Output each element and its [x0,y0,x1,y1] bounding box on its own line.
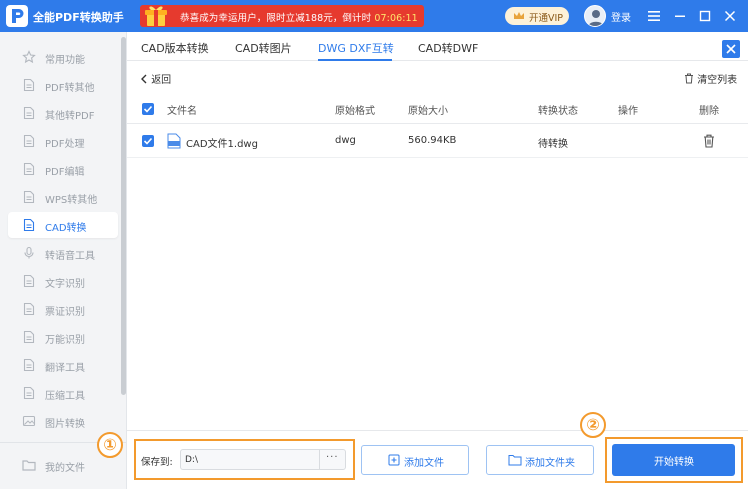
promo-banner[interactable]: 恭喜成为幸运用户，限时立减188元，倒计时 07:06:11 [140,5,424,27]
maximize-icon[interactable] [697,8,713,24]
sidebar: 常用功能 PDF转其他 其他转PDF PDF处理 PDF编辑 WPS转其他 CAD转换 转语音… [0,32,127,489]
cell-filename: CAD文件1.dwg [186,139,258,150]
chevron-left-icon [141,74,147,84]
annotation-box-2 [605,437,743,483]
add-file-icon [388,454,400,466]
cad-icon [23,218,35,232]
close-icon [726,44,736,54]
folder-icon [22,460,36,471]
header-format: 原始格式 [335,106,375,117]
to-pdf-icon [23,106,35,120]
minimize-icon[interactable] [672,8,688,24]
crown-icon [514,12,524,19]
ticket-icon [23,302,35,316]
sidebar-item-2[interactable]: PDF转其他 [8,72,118,98]
clear-list-button[interactable]: 清空列表 [684,71,737,86]
promo-text: 恭喜成为幸运用户，限时立减188元，倒计时 07:06:11 [180,13,418,24]
sidebar-item-14[interactable]: 图片转换 [8,408,118,434]
sidebar-item-13[interactable]: 压缩工具 [8,380,118,406]
cell-format: dwg [335,135,356,146]
dwg-file-icon [167,133,181,149]
header-size: 原始大小 [408,106,448,117]
pdf-edit-icon [23,162,35,176]
sidebar-item-5[interactable]: PDF编辑 [8,156,118,182]
wps-icon [23,190,35,204]
image-icon [22,415,36,427]
annotation-number-1: ① [97,432,123,458]
sidebar-item-my-files[interactable]: 我的文件 [8,452,118,478]
header-filename: 文件名 [167,106,197,117]
active-tab-indicator [318,59,392,61]
sidebar-item-4[interactable]: PDF处理 [8,128,118,154]
close-window-icon[interactable] [722,8,738,24]
star-icon [22,50,36,64]
ocr-icon [23,274,35,288]
add-folder-icon [508,455,522,466]
header-action: 操作 [618,106,638,117]
voice-icon [24,246,34,259]
tab-cad-to-dwf[interactable]: CAD转DWF [418,40,478,56]
sidebar-item-12[interactable]: 翻译工具 [8,352,118,378]
sidebar-scrollbar[interactable] [121,37,126,395]
cell-size: 560.94KB [408,135,457,146]
annotation-number-2: ② [580,412,606,438]
avatar[interactable] [584,5,606,27]
sidebar-item-1[interactable]: 常用功能 [8,44,118,70]
add-folder-button[interactable]: 添加文件夹 [486,445,594,475]
select-all-checkbox[interactable] [142,103,154,115]
app-logo-icon [6,5,28,27]
header-delete: 删除 [699,106,719,117]
tab-cad-version[interactable]: CAD版本转换 [141,40,209,56]
sidebar-item-3[interactable]: 其他转PDF [8,100,118,126]
gift-icon [145,6,167,26]
back-button[interactable]: 返回 [140,71,171,86]
app-title: 全能PDF转换助手 [33,11,124,24]
sidebar-item-7[interactable]: CAD转换 [8,212,118,238]
sidebar-item-6[interactable]: WPS转其他 [8,184,118,210]
compress-icon [23,386,35,400]
vip-button[interactable]: 开通VIP [505,7,569,25]
promo-timer: 07:06:11 [374,13,418,24]
row-checkbox[interactable] [142,135,154,147]
close-panel-button[interactable] [722,40,740,58]
sidebar-item-9[interactable]: 文字识别 [8,268,118,294]
tab-cad-to-image[interactable]: CAD转图片 [235,40,292,56]
add-file-button[interactable]: 添加文件 [361,445,469,475]
title-bar: 全能PDF转换助手 恭喜成为幸运用户，限时立减188元，倒计时 07:06:11… [0,0,748,32]
pdf-convert-icon [23,78,35,92]
table-header: 文件名 原始格式 原始大小 转换状态 操作 删除 [127,96,748,124]
sidebar-item-11[interactable]: 万能识别 [8,324,118,350]
menu-icon[interactable] [646,8,662,24]
universal-ocr-icon [23,330,35,344]
login-link[interactable]: 登录 [611,9,631,24]
pdf-process-icon [23,134,35,148]
translate-icon [23,358,35,372]
header-status: 转换状态 [538,106,578,117]
tab-bar: CAD版本转换 CAD转图片 DWG DXF互转 CAD转DWF [127,32,748,61]
cell-status: 待转换 [538,139,568,150]
table-row[interactable]: CAD文件1.dwg dwg 560.94KB 待转换 [127,125,748,158]
delete-row-icon[interactable] [703,134,715,148]
sidebar-item-10[interactable]: 票证识别 [8,296,118,322]
sidebar-item-8[interactable]: 转语音工具 [8,240,118,266]
trash-icon [685,73,693,84]
annotation-box-1 [134,439,355,480]
tab-dwg-dxf[interactable]: DWG DXF互转 [318,40,394,56]
